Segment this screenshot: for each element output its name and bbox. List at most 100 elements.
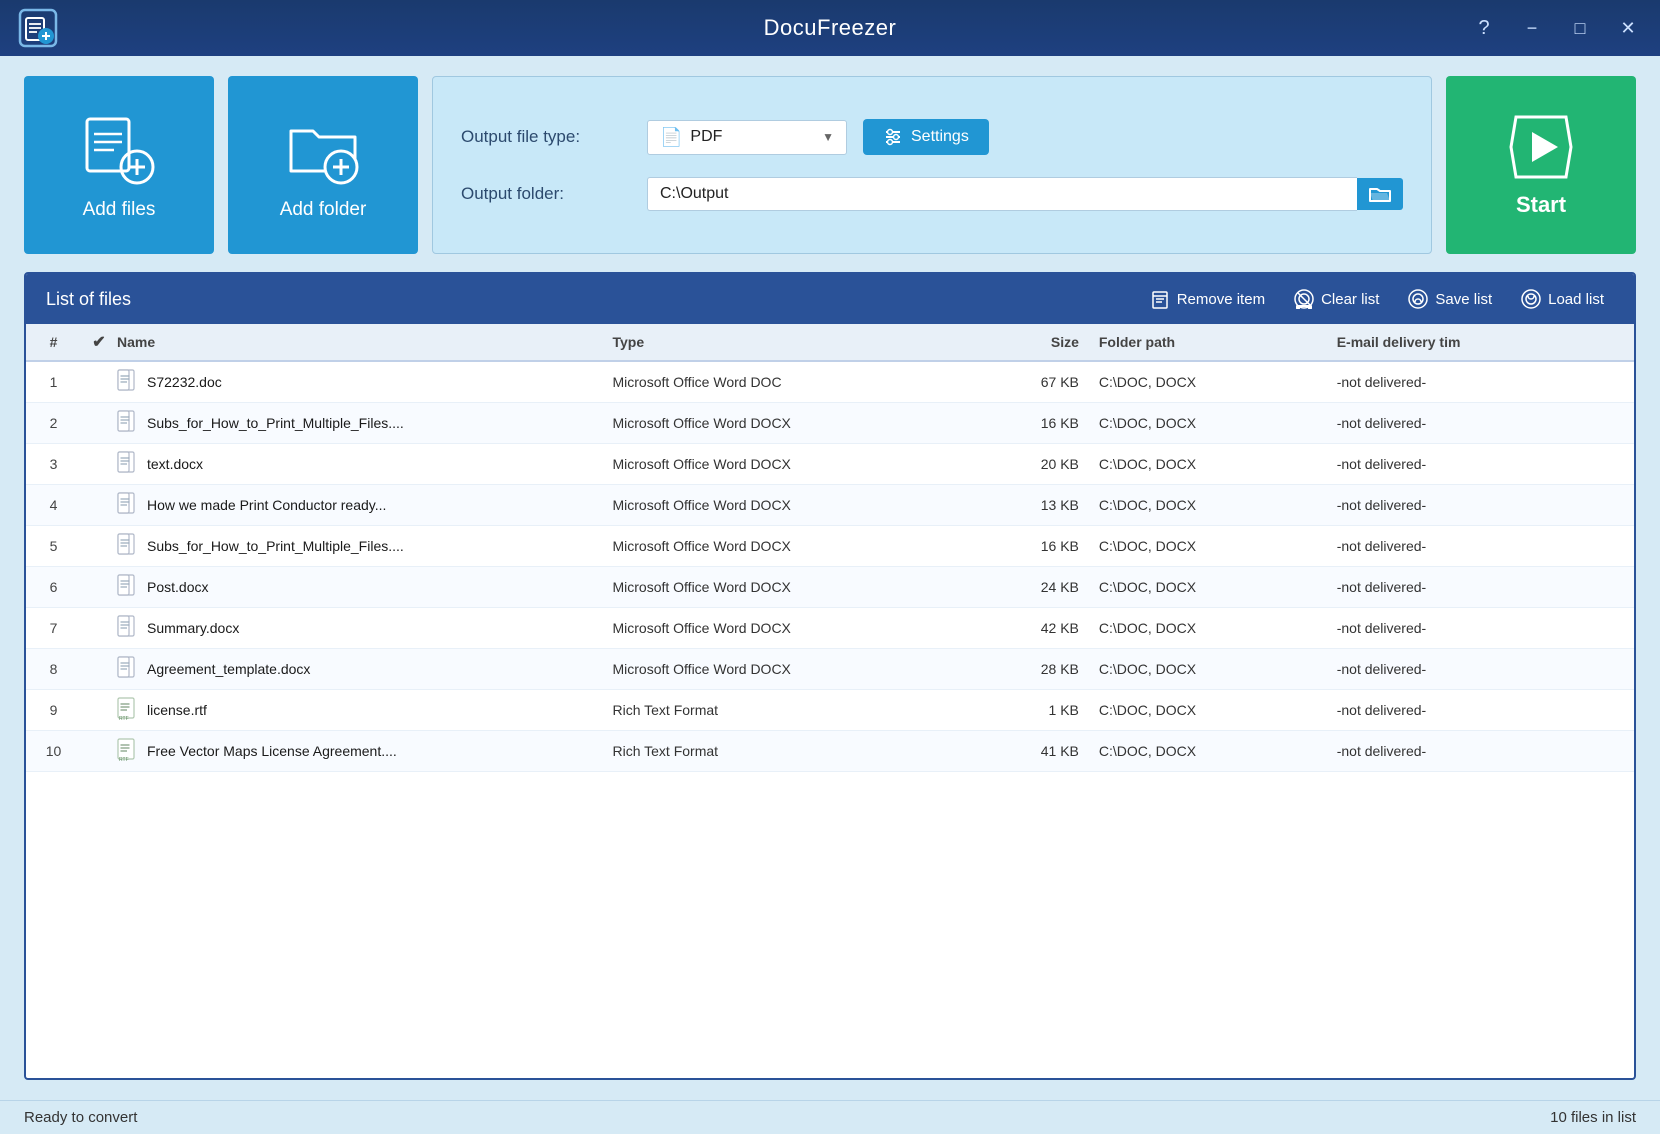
add-files-button[interactable]: Add files — [24, 76, 214, 254]
start-icon — [1506, 112, 1576, 182]
cell-num: 5 — [26, 538, 81, 554]
clear-list-button[interactable]: Clear list — [1283, 284, 1389, 314]
cell-folder: C:\DOC, DOCX — [1099, 702, 1337, 718]
cell-size: 1 KB — [1009, 702, 1099, 718]
cell-num: 1 — [26, 374, 81, 390]
table-row[interactable]: 2 Subs_for_How_to_Print_Multiple_Files..… — [26, 403, 1634, 444]
file-list-panel: List of files Remove item — [24, 272, 1636, 1080]
cell-folder: C:\DOC, DOCX — [1099, 456, 1337, 472]
file-name: How we made Print Conductor ready... — [147, 497, 386, 513]
file-doc-icon — [117, 451, 139, 477]
cell-num: 7 — [26, 620, 81, 636]
save-list-button[interactable]: Save list — [1397, 284, 1502, 314]
cell-type: Microsoft Office Word DOCX — [612, 415, 1008, 431]
cell-type: Microsoft Office Word DOC — [612, 374, 1008, 390]
cell-name: text.docx — [117, 451, 612, 477]
cell-folder: C:\DOC, DOCX — [1099, 538, 1337, 554]
table-row[interactable]: 4 How we made Print Conductor ready... M… — [26, 485, 1634, 526]
cell-email: -not delivered- — [1337, 538, 1634, 554]
cell-size: 16 KB — [1009, 415, 1099, 431]
cell-type: Microsoft Office Word DOCX — [612, 497, 1008, 513]
cell-size: 42 KB — [1009, 620, 1099, 636]
output-type-select[interactable]: 📄 PDF ▼ — [647, 120, 847, 155]
remove-item-label: Remove item — [1177, 291, 1265, 308]
table-row[interactable]: 3 text.docx Microsoft Office Word DOCX 2… — [26, 444, 1634, 485]
remove-item-icon — [1151, 289, 1171, 309]
settings-label: Settings — [911, 128, 969, 146]
table-row[interactable]: 5 Subs_for_How_to_Print_Multiple_Files..… — [26, 526, 1634, 567]
cell-email: -not delivered- — [1337, 497, 1634, 513]
pdf-icon: 📄 — [660, 127, 682, 148]
folder-input-row — [647, 177, 1403, 211]
start-label: Start — [1516, 192, 1566, 218]
cell-name: S72232.doc — [117, 369, 612, 395]
col-header-email: E-mail delivery tim — [1337, 334, 1634, 350]
cell-folder: C:\DOC, DOCX — [1099, 497, 1337, 513]
table-body: 1 S72232.doc Microsoft Office Word DOC 6… — [26, 362, 1634, 1078]
table-row[interactable]: 10 RTF Free Vector Maps License Agreemen… — [26, 731, 1634, 772]
load-list-button[interactable]: Load list — [1510, 284, 1614, 314]
file-doc-icon — [117, 492, 139, 518]
close-button[interactable]: ✕ — [1606, 10, 1650, 46]
table-row[interactable]: 9 RTF license.rtf Rich Text Format 1 KB … — [26, 690, 1634, 731]
clear-list-icon — [1293, 288, 1315, 310]
cell-name: Summary.docx — [117, 615, 612, 641]
cell-type: Microsoft Office Word DOCX — [612, 620, 1008, 636]
svg-text:RTF: RTF — [119, 757, 129, 763]
cell-folder: C:\DOC, DOCX — [1099, 415, 1337, 431]
cell-email: -not delivered- — [1337, 456, 1634, 472]
output-folder-label: Output folder: — [461, 184, 631, 204]
settings-button[interactable]: Settings — [863, 119, 989, 155]
save-list-label: Save list — [1435, 291, 1492, 308]
dropdown-arrow-icon: ▼ — [822, 130, 834, 144]
cell-folder: C:\DOC, DOCX — [1099, 661, 1337, 677]
cell-num: 10 — [26, 743, 81, 759]
output-folder-row: Output folder: — [461, 177, 1403, 211]
minimize-button[interactable]: − — [1510, 10, 1554, 46]
table-row[interactable]: 7 Summary.docx Microsoft Office Word DOC… — [26, 608, 1634, 649]
main-content: Add files Add folder Output file type: 📄… — [0, 56, 1660, 1100]
add-files-label: Add files — [83, 199, 156, 221]
col-header-check: ✔ — [81, 332, 117, 352]
add-folder-button[interactable]: Add folder — [228, 76, 418, 254]
col-header-name: Name — [117, 334, 612, 350]
remove-item-button[interactable]: Remove item — [1141, 285, 1275, 313]
output-type-value: PDF — [690, 128, 722, 146]
help-button[interactable]: ? — [1462, 10, 1506, 46]
browse-folder-button[interactable] — [1357, 178, 1403, 210]
cell-folder: C:\DOC, DOCX — [1099, 620, 1337, 636]
file-doc-icon — [117, 656, 139, 682]
table-row[interactable]: 8 Agreement_template.docx Microsoft Offi… — [26, 649, 1634, 690]
output-type-row: Output file type: 📄 PDF ▼ Settin — [461, 119, 1403, 155]
table-row[interactable]: 1 S72232.doc Microsoft Office Word DOC 6… — [26, 362, 1634, 403]
cell-name: Post.docx — [117, 574, 612, 600]
cell-name: RTF license.rtf — [117, 697, 612, 723]
maximize-button[interactable]: □ — [1558, 10, 1602, 46]
cell-name: RTF Free Vector Maps License Agreement..… — [117, 738, 612, 764]
cell-email: -not delivered- — [1337, 702, 1634, 718]
folder-path-input[interactable] — [647, 177, 1357, 211]
load-list-label: Load list — [1548, 291, 1604, 308]
cell-type: Rich Text Format — [612, 743, 1008, 759]
cell-size: 41 KB — [1009, 743, 1099, 759]
toolbar: Add files Add folder Output file type: 📄… — [24, 76, 1636, 254]
file-name: Subs_for_How_to_Print_Multiple_Files.... — [147, 538, 404, 554]
start-button[interactable]: Start — [1446, 76, 1636, 254]
file-name: Summary.docx — [147, 620, 239, 636]
file-list-actions: Remove item Clear list — [1141, 284, 1614, 314]
cell-type: Microsoft Office Word DOCX — [612, 456, 1008, 472]
add-folder-label: Add folder — [280, 199, 367, 221]
cell-num: 2 — [26, 415, 81, 431]
cell-folder: C:\DOC, DOCX — [1099, 579, 1337, 595]
cell-num: 6 — [26, 579, 81, 595]
table-row[interactable]: 6 Post.docx Microsoft Office Word DOCX 2… — [26, 567, 1634, 608]
cell-type: Microsoft Office Word DOCX — [612, 661, 1008, 677]
settings-panel: Output file type: 📄 PDF ▼ Settin — [432, 76, 1432, 254]
file-doc-icon — [117, 574, 139, 600]
file-name: Post.docx — [147, 579, 208, 595]
file-count: 10 files in list — [1550, 1109, 1636, 1126]
cell-email: -not delivered- — [1337, 620, 1634, 636]
file-doc-icon — [117, 369, 139, 395]
cell-type: Rich Text Format — [612, 702, 1008, 718]
file-name: license.rtf — [147, 702, 207, 718]
